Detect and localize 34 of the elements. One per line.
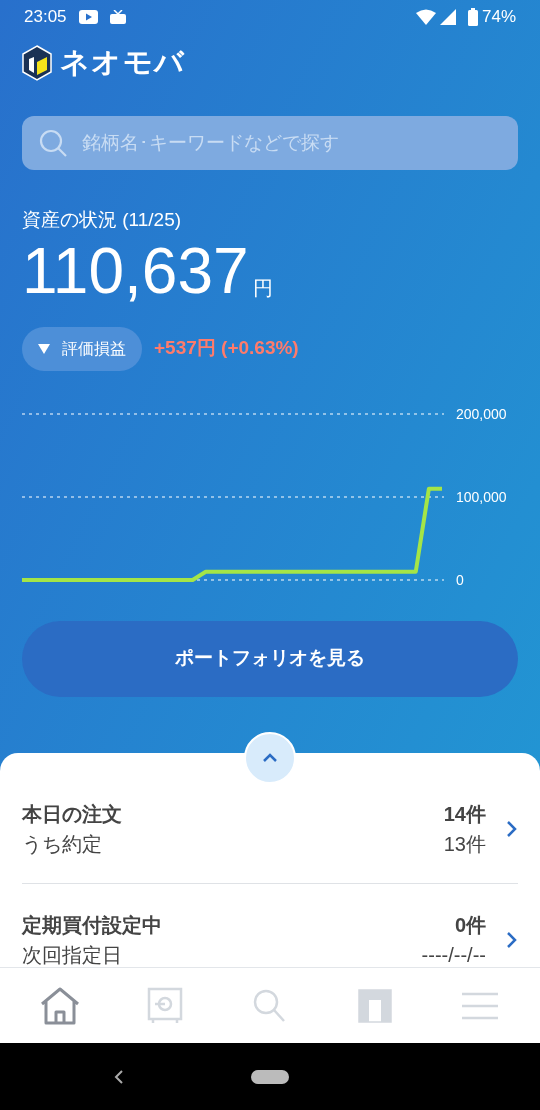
summary-title: 本日の注文 <box>22 801 123 827</box>
summary-count: 14件 <box>443 801 486 827</box>
chevron-up-icon <box>262 752 278 763</box>
assets-label: 資産の状況 (11/25) <box>22 208 183 232</box>
y-tick-label: 0 <box>456 571 464 588</box>
app-logo-icon <box>22 45 52 81</box>
summary-count: 0件 <box>453 912 486 938</box>
battery-icon <box>467 8 478 26</box>
y-tick-label: 200,000 <box>456 405 507 422</box>
search-icon <box>38 128 68 158</box>
currency-unit: 円 <box>252 275 273 301</box>
wifi-icon <box>415 9 436 25</box>
total-assets-value: 110,637 <box>22 238 249 303</box>
battery-percent: 74% <box>481 6 516 29</box>
signal-icon <box>439 9 456 25</box>
home-pill[interactable] <box>251 1069 289 1084</box>
status-time: 23:05 <box>24 6 67 29</box>
chevron-right-icon[interactable] <box>506 819 518 838</box>
portfolio-button[interactable]: ポートフォリオを見る <box>22 620 518 697</box>
summary-sub-value: 13件 <box>443 831 486 857</box>
summary-sub-label: 次回指定日 <box>22 942 123 967</box>
y-tick-label: 100,000 <box>456 488 507 505</box>
summary-sub-label: うち約定 <box>22 831 103 857</box>
summary-title: 定期買付設定中 <box>22 912 163 938</box>
chevron-right-icon[interactable] <box>506 930 518 949</box>
back-icon[interactable] <box>114 1068 124 1085</box>
profit-loss-value: +537円 (+0.63%) <box>154 336 299 361</box>
video-play-icon <box>78 10 98 24</box>
search-field[interactable]: 銘柄名･キーワードなどで探す <box>22 116 518 170</box>
tv-icon <box>109 9 126 25</box>
triangle-down-icon <box>38 342 50 355</box>
app-title: ネオモバ <box>60 45 186 81</box>
summary-sub-value: ----/--/-- <box>421 942 486 967</box>
profit-loss-toggle[interactable]: 評価損益 <box>22 326 142 371</box>
